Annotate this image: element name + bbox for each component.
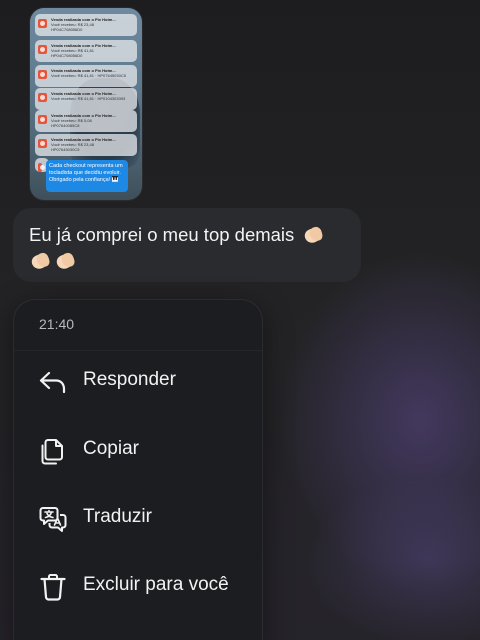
message-text: Eu já comprei o meu top demais xyxy=(29,224,295,245)
menu-divider xyxy=(14,350,262,351)
notification-card: Venda realizada com o Pix Hotm... Você re… xyxy=(35,65,137,87)
notification-line: HP07640085C8 xyxy=(51,123,80,128)
notification-card: Venda realizada com o Pix Hotm... Você re… xyxy=(35,134,137,156)
copy-icon xyxy=(41,439,63,465)
message-context-menu: 21:40 Responder Copiar Traduzir Excluir … xyxy=(13,299,263,640)
notification-card: Venda realizada com o Pix Hotm... Você re… xyxy=(35,14,137,36)
message-image[interactable]: Venda realizada com o Pix Hotm... Você re… xyxy=(30,8,142,200)
translate-icon xyxy=(39,507,67,532)
notification-card: Venda realizada com o Pix Hotm... Você re… xyxy=(35,88,137,110)
menu-item-label: Copiar xyxy=(83,438,139,459)
notification-card: Venda realizada com o Pix Hotm... Você re… xyxy=(35,40,137,62)
menu-item-label: Traduzir xyxy=(83,506,152,527)
menu-item-copy[interactable]: Copiar xyxy=(14,422,262,478)
app-icon xyxy=(38,163,45,172)
app-icon xyxy=(38,139,47,148)
image-caption: Cada checkout representa um tocladista q… xyxy=(46,160,128,192)
notification-line: Você recebeu: R$ 41,81 · HP0104303393 xyxy=(51,96,126,101)
app-icon xyxy=(38,45,47,54)
menu-item-delete[interactable]: Excluir para você xyxy=(14,558,262,614)
app-icon xyxy=(38,93,47,102)
clapping-hands-icon xyxy=(54,252,76,270)
app-icon xyxy=(38,70,47,79)
app-icon xyxy=(38,19,47,28)
clapping-hands-icon xyxy=(29,252,51,270)
notification-card: Venda realizada com o Pix Hotm... Você re… xyxy=(35,110,137,132)
menu-item-label: Responder xyxy=(83,369,176,390)
message-bubble[interactable]: Eu já comprei o meu top demais xyxy=(13,208,361,282)
trash-icon xyxy=(40,574,66,601)
app-icon xyxy=(38,115,47,124)
menu-item-translate[interactable]: Traduzir xyxy=(14,490,262,546)
menu-item-reply[interactable]: Responder xyxy=(14,353,262,409)
notification-line: HP07645030C5 xyxy=(51,147,80,152)
chat-screen: Venda realizada com o Pix Hotm... Você re… xyxy=(0,0,480,640)
clapping-hands-icon xyxy=(302,226,324,244)
message-time: 21:40 xyxy=(39,316,75,332)
notification-line: Você recebeu: R$ 41,81 · HP07645030C5 xyxy=(51,73,126,78)
notification-line: HP04C708056D0 xyxy=(51,53,83,58)
notification-line: HP04C708056D0 xyxy=(51,27,83,32)
reply-icon xyxy=(39,371,66,394)
menu-item-label: Excluir para você xyxy=(83,574,229,595)
